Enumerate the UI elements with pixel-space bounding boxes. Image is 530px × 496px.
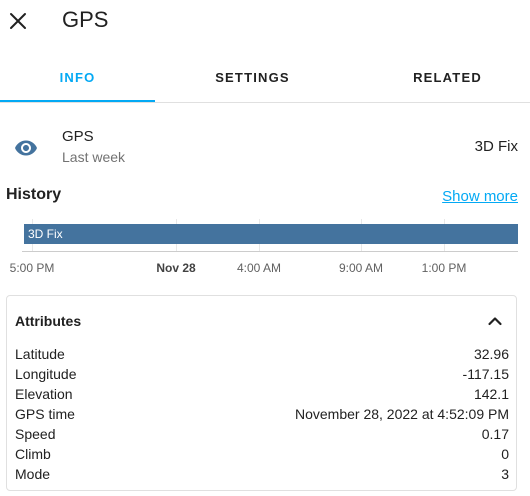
- attributes-card: Attributes Latitude 32.96 Longitude -117…: [6, 295, 517, 491]
- tick-label: 1:00 PM: [421, 261, 467, 275]
- history-title: History: [6, 186, 62, 203]
- attribute-row: Speed 0.17: [15, 424, 509, 444]
- attribute-key: GPS time: [15, 406, 75, 422]
- attribute-key: Latitude: [15, 346, 65, 362]
- tab-settings[interactable]: SETTINGS: [175, 56, 330, 100]
- attribute-key: Climb: [15, 446, 51, 462]
- dialog-title: GPS: [62, 7, 109, 32]
- eye-icon: [15, 140, 37, 156]
- show-more-link[interactable]: Show more: [442, 188, 518, 205]
- entity-name: GPS: [62, 128, 94, 145]
- attributes-title: Attributes: [15, 313, 82, 329]
- attribute-row: Longitude -117.15: [15, 364, 509, 384]
- tick-label: Nov 28: [156, 261, 196, 275]
- attribute-key: Elevation: [15, 386, 73, 402]
- attribute-value: November 28, 2022 at 4:52:09 PM: [294, 406, 509, 422]
- attribute-key: Speed: [15, 426, 56, 442]
- attribute-value: 3: [501, 466, 509, 482]
- timeline-bar[interactable]: 3D Fix: [24, 224, 518, 244]
- attribute-row: Climb 0: [15, 444, 509, 464]
- tab-bar: INFO SETTINGS RELATED: [0, 56, 530, 103]
- attribute-value: 32.96: [473, 346, 509, 362]
- attribute-value: 142.1: [473, 386, 509, 402]
- attribute-row: Elevation 142.1: [15, 384, 509, 404]
- tick-label: 9:00 AM: [338, 261, 384, 275]
- attribute-value: 0: [501, 446, 509, 462]
- dialog-header: GPS: [0, 0, 530, 44]
- attribute-key: Mode: [15, 466, 51, 482]
- entity-state: 3D Fix: [474, 138, 518, 155]
- attribute-value: -117.15: [462, 366, 509, 382]
- timeline-axis: [22, 251, 518, 252]
- tick-label: 5:00 PM: [9, 261, 55, 275]
- attribute-row: Mode 3: [15, 464, 509, 484]
- active-tab-indicator: [0, 100, 155, 102]
- entity-row: GPS Last week 3D Fix: [0, 122, 530, 174]
- attribute-row: Latitude 32.96: [15, 344, 509, 364]
- tab-info[interactable]: INFO: [0, 56, 155, 100]
- attribute-key: Longitude: [15, 366, 77, 382]
- tab-related[interactable]: RELATED: [370, 56, 525, 100]
- close-icon[interactable]: [8, 11, 28, 31]
- attribute-value: 0.17: [481, 426, 509, 442]
- attribute-row: GPS time November 28, 2022 at 4:52:09 PM: [15, 404, 509, 424]
- chevron-up-icon[interactable]: [486, 312, 504, 330]
- attributes-list: Latitude 32.96 Longitude -117.15 Elevati…: [15, 344, 509, 484]
- entity-last-changed: Last week: [62, 149, 126, 165]
- tick-label: 4:00 AM: [236, 261, 282, 275]
- history-timeline: 3D Fix 5:00 PM Nov 28 4:00 AM 9:00 AM 1:…: [0, 215, 530, 283]
